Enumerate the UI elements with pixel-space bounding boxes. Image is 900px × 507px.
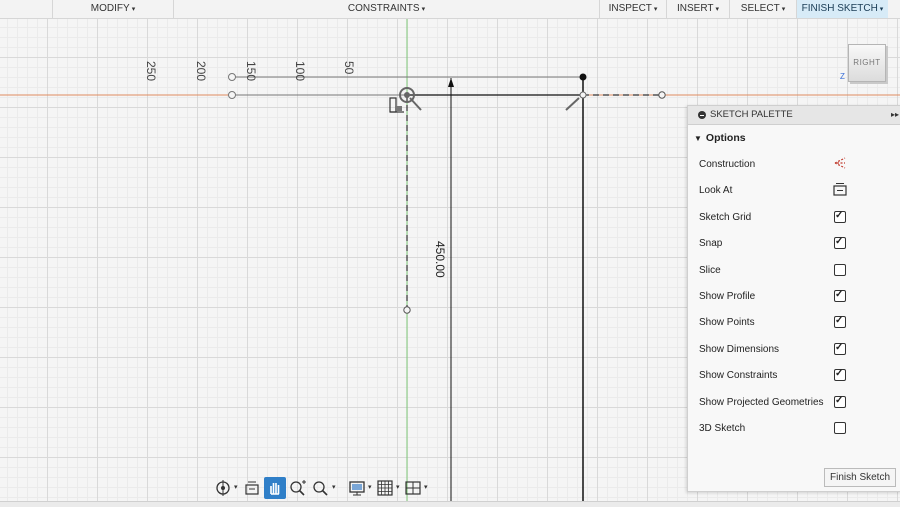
ruler-label: 250	[144, 61, 158, 82]
zoom-icon[interactable]	[310, 477, 332, 499]
select-menu[interactable]: SELECT ▾	[729, 0, 796, 18]
palette-option-label: Show Projected Geometries	[699, 396, 824, 408]
status-bar	[0, 501, 900, 507]
palette-option-look-at[interactable]: Look At	[688, 177, 900, 203]
palette-option-3d-sketch[interactable]: 3D Sketch	[688, 415, 900, 441]
insert-menu-label: INSERT	[676, 3, 714, 14]
finish-sketch-button[interactable]: Finish Sketch	[824, 468, 896, 487]
palette-option-label: Show Profile	[699, 290, 756, 302]
checkbox[interactable]	[834, 421, 846, 434]
palette-options-list: Construction Look At Sketch Grid Snap Slice S…	[688, 151, 900, 441]
chevron-down-icon: ▾	[421, 6, 426, 13]
chevron-down-icon[interactable]: ▾	[332, 483, 336, 491]
palette-option-label: Look At	[699, 185, 733, 197]
palette-option-show-dimensions[interactable]: Show Dimensions	[688, 336, 900, 362]
modify-menu-label: MODIFY	[90, 3, 130, 14]
options-section-label: Options	[705, 132, 746, 144]
palette-option-label: Sketch Grid	[699, 211, 752, 223]
collapse-icon[interactable]	[698, 111, 706, 119]
palette-option-label: 3D Sketch	[699, 422, 746, 434]
palette-title: SKETCH PALETTE	[710, 109, 793, 120]
ruler-label: 150	[244, 61, 258, 82]
palette-option-snap[interactable]: Snap	[688, 230, 900, 256]
checkbox[interactable]	[834, 263, 846, 276]
palette-option-label: Show Dimensions	[699, 343, 780, 355]
chevron-down-icon[interactable]: ▾	[234, 483, 238, 491]
palette-option-show-constraints[interactable]: Show Constraints	[688, 362, 900, 388]
checkbox[interactable]	[834, 236, 846, 250]
palette-option-slice[interactable]: Slice	[688, 257, 900, 283]
palette-option-show-points[interactable]: Show Points	[688, 309, 900, 335]
sketch-point[interactable]	[579, 73, 587, 81]
ruler-label: 100	[293, 61, 307, 82]
ruler-label: 50	[342, 61, 356, 75]
construction-endpoint[interactable]	[658, 91, 666, 99]
grid-settings-icon[interactable]	[374, 477, 396, 499]
construction-endpoint[interactable]	[403, 306, 411, 314]
projected-point[interactable]	[228, 73, 236, 81]
select-menu-label: SELECT	[740, 3, 780, 14]
chevron-down-icon: ▾	[131, 6, 136, 13]
checkbox[interactable]	[834, 395, 846, 408]
chevron-down-icon[interactable]: ▾	[368, 483, 372, 491]
constraints-menu-label: CONSTRAINTS	[347, 3, 420, 14]
finish-sketch-menu[interactable]: FINISH SKETCH ▾	[796, 0, 888, 18]
zoom-window-icon[interactable]	[287, 477, 309, 499]
palette-option-show-projected-geometries[interactable]: Show Projected Geometries	[688, 389, 900, 415]
checkbox[interactable]	[834, 342, 846, 355]
dimension-value[interactable]: 450.00	[433, 241, 447, 278]
expand-icon[interactable]: ▸▸	[891, 106, 899, 124]
palette-option-label: Slice	[699, 264, 721, 276]
palette-option-label: Snap	[699, 238, 723, 250]
view-cube[interactable]: RIGHT	[848, 44, 886, 82]
chevron-down-icon: ▾	[879, 6, 884, 13]
palette-option-show-profile[interactable]: Show Profile	[688, 283, 900, 309]
display-settings-icon[interactable]	[346, 477, 368, 499]
view-cube-face-label: RIGHT	[853, 58, 881, 67]
projected-point[interactable]	[228, 91, 236, 99]
insert-menu[interactable]: INSERT ▾	[666, 0, 729, 18]
chevron-down-icon: ▾	[653, 6, 658, 13]
palette-option-label: Construction	[699, 159, 756, 170]
checkbox[interactable]	[834, 289, 846, 302]
orbit-icon[interactable]	[212, 477, 234, 499]
coincident-constraint-icon[interactable]	[409, 97, 422, 111]
sketch-palette: SKETCH PALETTE ▸▸ ▼ Options Construction L…	[687, 105, 900, 492]
checkbox[interactable]	[834, 368, 846, 382]
palette-option-label: Show Constraints	[699, 370, 778, 382]
navigation-bar: ▾ ▾ ▾ ▾ ▾	[210, 477, 430, 499]
pan-icon[interactable]	[264, 477, 286, 499]
construction-icon[interactable]	[832, 156, 848, 170]
checkbox[interactable]	[834, 210, 846, 223]
palette-option-construction[interactable]: Construction	[688, 151, 900, 177]
origin-point-center	[404, 92, 410, 98]
constraints-menu[interactable]: CONSTRAINTS ▾	[173, 0, 599, 18]
palette-option-label: Show Points	[699, 317, 755, 329]
palette-option-sketch-grid[interactable]: Sketch Grid	[688, 204, 900, 230]
viewports-icon[interactable]	[402, 477, 424, 499]
chevron-down-icon: ▾	[781, 6, 786, 13]
look-at-icon[interactable]	[832, 182, 848, 196]
options-section-header[interactable]: ▼ Options	[688, 125, 900, 151]
palette-header[interactable]: SKETCH PALETTE ▸▸	[688, 106, 900, 125]
chevron-down-icon[interactable]: ▾	[396, 483, 400, 491]
finish-sketch-menu-label: FINISH SKETCH	[801, 3, 878, 14]
ruler-label: 200	[194, 61, 208, 82]
look-at-icon[interactable]	[241, 477, 263, 499]
toolbar: MODIFY ▾ CONSTRAINTS ▾ INSPECT ▾ INSERT ▾ SE…	[0, 0, 900, 19]
dimension-arrow	[448, 78, 454, 87]
inspect-menu-label: INSPECT	[608, 3, 652, 14]
chevron-down-icon[interactable]: ▾	[424, 483, 428, 491]
checkbox[interactable]	[834, 315, 846, 329]
triangle-down-icon: ▼	[694, 134, 702, 143]
z-axis-label: Z	[840, 72, 845, 81]
chevron-down-icon: ▾	[715, 6, 719, 13]
modify-menu[interactable]: MODIFY ▾	[52, 0, 173, 18]
inspect-menu[interactable]: INSPECT ▾	[599, 0, 666, 18]
